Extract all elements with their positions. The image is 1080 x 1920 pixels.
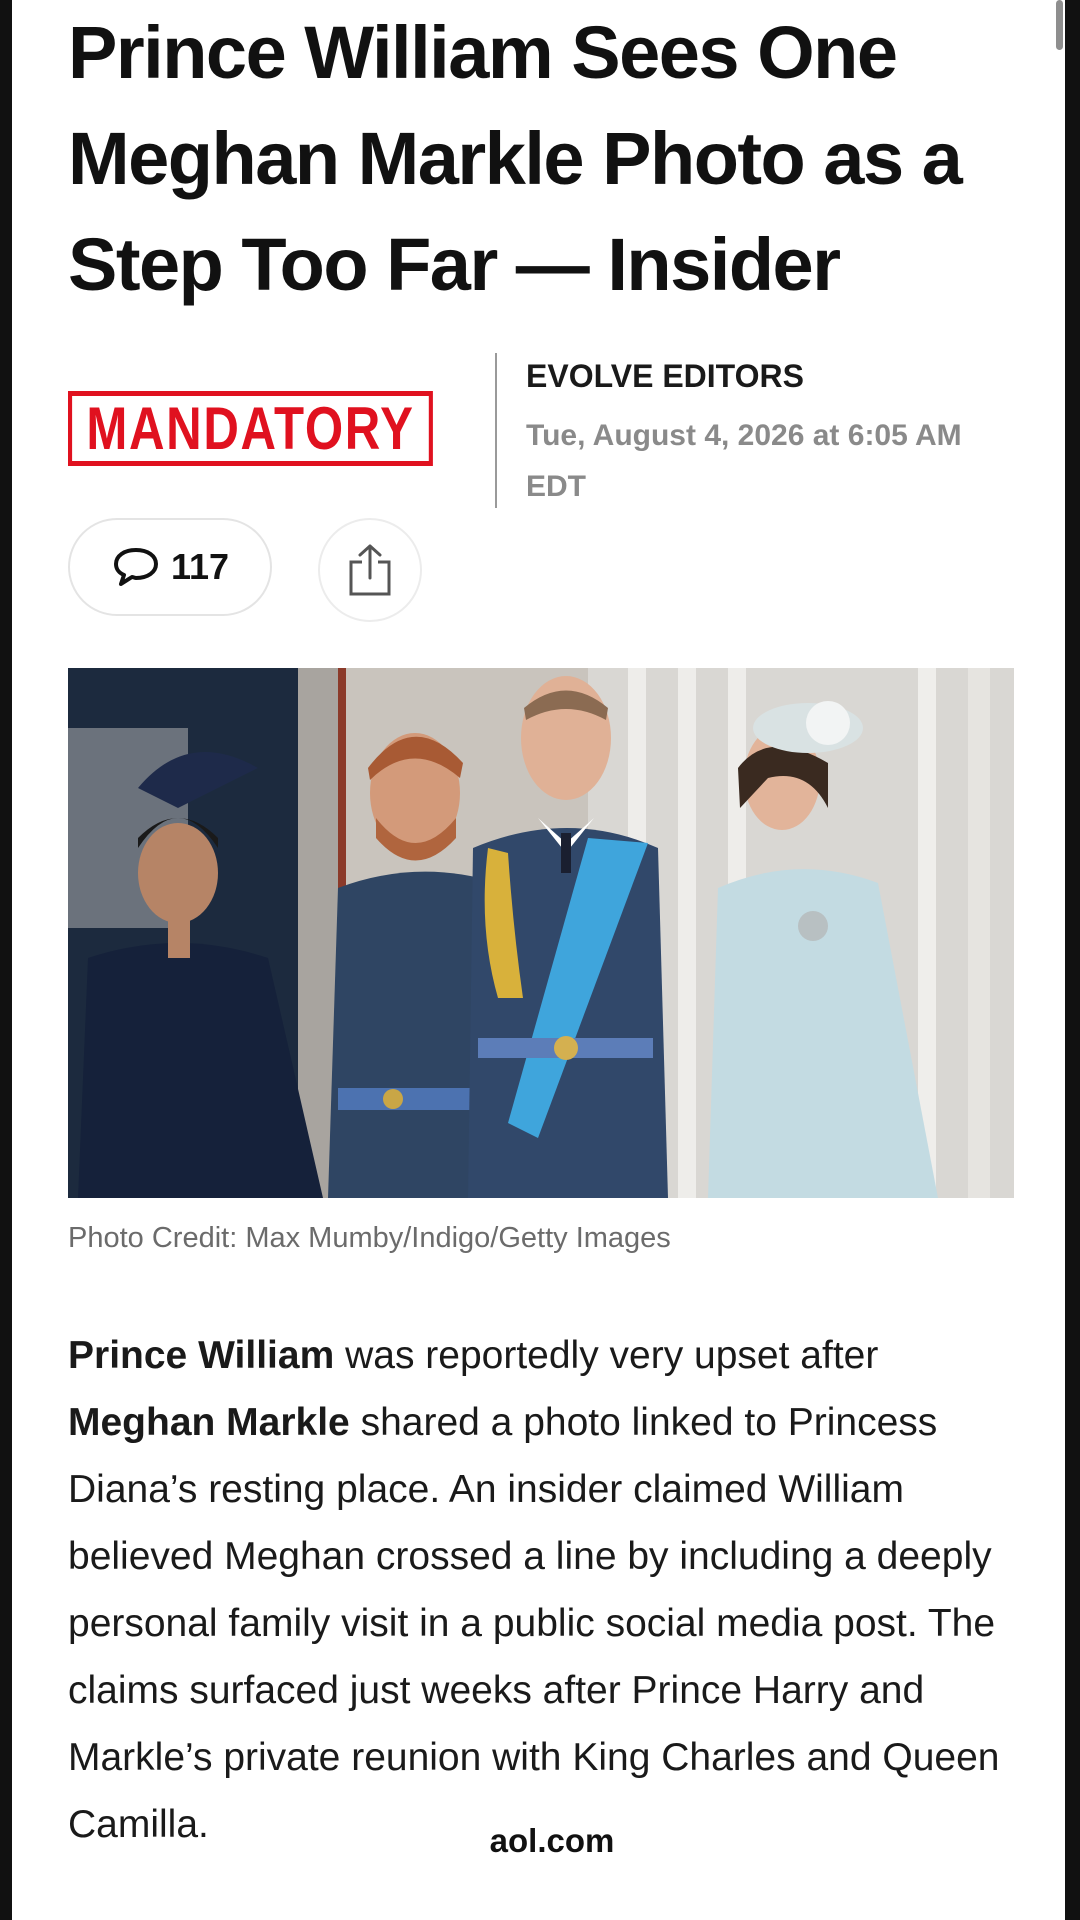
author-name[interactable]: EVOLVE EDITORS [526, 358, 804, 395]
publish-date: Tue, August 4, 2026 at 6:05 AM EDT [526, 419, 962, 503]
photo-credit: Photo Credit: Max Mumby/Indigo/Getty Ima… [68, 1222, 671, 1254]
source-domain-pill[interactable]: aol.com [432, 1808, 672, 1874]
share-button[interactable] [318, 518, 422, 622]
linked-name-meghan[interactable]: Meghan Markle [68, 1401, 350, 1444]
publisher-logo[interactable]: MANDATORY [68, 391, 433, 466]
article-text-2: shared a photo linked to Princess Diana’… [68, 1401, 1000, 1846]
article-photo[interactable] [68, 668, 1014, 1198]
article-text-1: was reportedly very upset after [334, 1334, 879, 1377]
share-icon [349, 544, 391, 596]
speech-bubble-icon [113, 548, 158, 586]
article-page: Prince William Sees One Meghan Markle Ph… [12, 0, 1065, 1920]
comments-count: 117 [170, 546, 230, 587]
byline-divider [495, 353, 497, 508]
article-headline: Prince William Sees One Meghan Markle Ph… [68, 11, 963, 306]
comments-button[interactable]: 117 [68, 518, 272, 616]
scrollbar[interactable] [1056, 0, 1063, 50]
royal-family-photo [68, 668, 1014, 1198]
linked-name-william[interactable]: Prince William [68, 1334, 334, 1377]
article-body: Prince William was reportedly very upset… [68, 1322, 1028, 1858]
